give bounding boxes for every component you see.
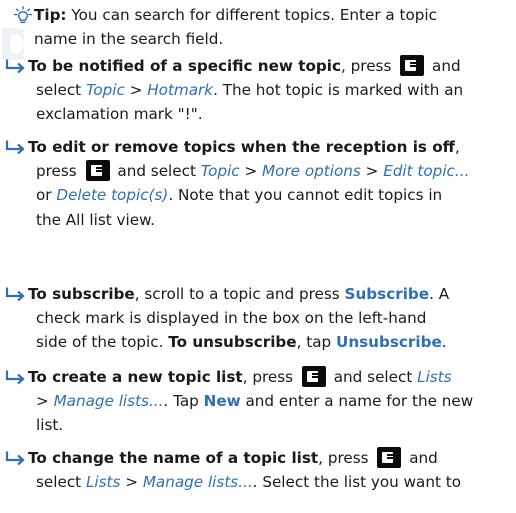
new-softkey-label: New [203,392,241,411]
create-list-instruction: To create a new topic list, press and se… [5,365,512,438]
right-arrow-icon [5,59,25,74]
tip-line-1: Tip: You can search for different topics… [34,3,512,27]
option-hotmark: Hotmark [147,81,214,100]
menu-key-icon [85,160,110,182]
right-arrow-icon [5,451,25,466]
tip-text: You can search for different topics. Ent… [71,6,437,24]
draft-watermark: DRAFT [0,20,24,71]
option-lists: Lists [85,473,121,492]
notify-line-1: To be notified of a specific new topic, … [28,55,461,76]
option-manage-lists: Manage lists... [53,392,164,411]
notify-line-3: exclamation mark "!". [36,105,203,124]
right-arrow-icon [5,287,25,302]
tip-line-2: name in the search field. [34,30,224,49]
option-topic: Topic [200,162,240,181]
edit-line-2: press and select Topic > More options > … [36,160,470,182]
menu-key-icon [301,366,326,387]
option-edit-topic: Edit topic... [383,162,470,181]
subscribe-softkey-label: Subscribe [344,285,430,303]
right-arrow-icon [5,370,25,385]
unsubscribe-softkey-label: Unsubscribe [336,333,442,352]
menu-key-icon [400,55,425,76]
subscribe-line-1: To subscribe, scroll to a topic and pres… [28,285,450,303]
create-heading: To create a new topic list [28,368,243,386]
subscribe-instruction: To subscribe, scroll to a topic and pres… [5,282,512,355]
rename-list-instruction: To change the name of a topic list, pres… [5,446,512,494]
create-line-2: > Manage lists.... Tap New and enter a n… [36,392,474,411]
rename-line-1: To change the name of a topic list, pres… [28,447,438,468]
subscribe-line-3: side of the topic. To unsubscribe, tap U… [36,333,447,352]
subscribe-heading: To subscribe [28,285,135,303]
option-lists: Lists [417,368,452,386]
option-more-options: More options [262,162,361,181]
option-manage-lists: Manage lists... [142,473,253,492]
edit-instruction: To edit or remove topics when the recept… [5,135,512,232]
edit-heading: To edit or remove topics when the recept… [28,138,455,156]
menu-key-icon [377,447,402,468]
rename-heading: To change the name of a topic list [28,449,319,467]
notify-heading: To be notified of a specific new topic [28,57,341,75]
edit-line-4: the All list view. [36,210,155,229]
tip-label: Tip: [34,6,67,24]
edit-line-3: or Delete topic(s). Note that you cannot… [36,186,443,205]
option-delete-topics: Delete topic(s) [56,186,169,205]
unsubscribe-heading: To unsubscribe [168,333,297,352]
option-topic: Topic [85,81,125,100]
create-line-1: To create a new topic list, press and se… [28,366,452,387]
notify-instruction: To be notified of a specific new topic, … [5,54,512,127]
right-arrow-icon [5,140,25,155]
edit-line-1: To edit or remove topics when the recept… [28,138,460,156]
lightbulb-icon [14,6,32,23]
create-line-3: list. [36,416,64,435]
subscribe-line-2: check mark is displayed in the box on th… [36,309,427,328]
tip-paragraph: Tip: You can search for different topics… [14,3,512,51]
notify-line-2: select Topic > Hotmark. The hot topic is… [36,81,464,100]
rename-line-2: select Lists > Manage lists.... Select t… [36,473,462,492]
